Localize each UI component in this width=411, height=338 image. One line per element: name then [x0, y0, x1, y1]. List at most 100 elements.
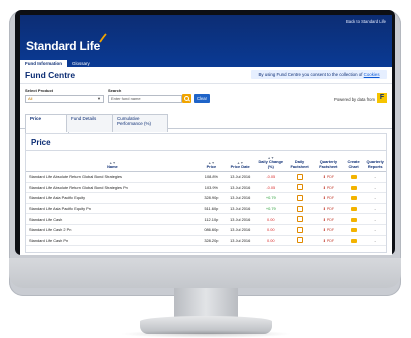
chart-icon[interactable]: [350, 228, 357, 233]
quarterly-reports-cell: -: [364, 203, 386, 215]
brand-logo[interactable]: Standard Life: [26, 39, 100, 53]
quarterly-factsheet-cell[interactable]: ⬇ PDF: [313, 182, 343, 194]
daily-factsheet-cell[interactable]: [285, 224, 314, 236]
create-chart-cell[interactable]: [342, 192, 365, 204]
fund-price: 103.9%: [198, 182, 224, 194]
price-table-body: Standard Life Absolute Return Global Bon…: [26, 171, 386, 247]
fund-name-link[interactable]: Standard Life Cash 2 Pn: [26, 224, 199, 236]
create-chart-cell[interactable]: [342, 171, 365, 183]
site-header: Back to Standard Life Standard Life Fund…: [20, 15, 392, 67]
quarterly-factsheet-cell[interactable]: ⬇ PDF: [313, 171, 343, 183]
pdf-label[interactable]: PDF: [327, 218, 334, 222]
chart-icon[interactable]: [350, 217, 357, 222]
table-row: Standard Life Absolute Return Global Bon…: [26, 182, 386, 194]
quarterly-reports-cell: -: [364, 171, 386, 183]
fund-price-date: 13 Jul 2016: [224, 224, 257, 236]
monitor-chin: [9, 258, 401, 288]
clear-button[interactable]: Clear: [194, 94, 210, 103]
cookies-link[interactable]: Cookies: [364, 72, 380, 77]
factsheet-icon[interactable]: [296, 205, 303, 212]
pdf-label[interactable]: PDF: [327, 186, 334, 190]
pdf-label[interactable]: PDF: [327, 239, 334, 243]
pdf-label[interactable]: PDF: [327, 207, 334, 211]
daily-factsheet-cell[interactable]: [285, 203, 314, 215]
pdf-label[interactable]: PDF: [327, 228, 334, 232]
col-header-price-date[interactable]: ▲▼ Price Date: [224, 151, 257, 172]
create-chart-cell[interactable]: [342, 235, 365, 247]
create-chart-cell[interactable]: [342, 182, 365, 194]
table-row: Standard Life Asia Pacific Equity 328.90p…: [26, 192, 386, 204]
table-row: Standard Life Cash Pn 328.20p 13 Jul 2016 0…: [26, 235, 386, 247]
fund-name-link[interactable]: Standard Life Cash Pn: [26, 235, 199, 247]
tab-cumulative-performance[interactable]: Cumulative Performance (%): [112, 114, 168, 132]
back-link[interactable]: Back to Standard Life: [346, 19, 386, 24]
quarterly-factsheet-cell[interactable]: ⬇ PDF: [313, 203, 343, 215]
factsheet-icon[interactable]: [296, 184, 303, 191]
pdf-icon: ⬇: [322, 185, 326, 190]
select-product-dropdown[interactable]: All ▼: [25, 95, 104, 103]
site-nav: Fund Information Glossary: [20, 60, 95, 67]
factsheet-icon[interactable]: [296, 237, 303, 244]
create-chart-cell[interactable]: [342, 224, 365, 236]
select-product-value: All: [28, 96, 33, 101]
pdf-label[interactable]: PDF: [327, 196, 334, 200]
daily-factsheet-cell[interactable]: [285, 171, 314, 183]
pdf-label[interactable]: PDF: [327, 175, 334, 179]
quarterly-factsheet-cell[interactable]: ⬇ PDF: [313, 213, 343, 225]
quarterly-factsheet-cell[interactable]: ⬇ PDF: [313, 235, 343, 247]
fund-price-date: 13 Jul 2016: [224, 182, 257, 194]
chart-icon[interactable]: [350, 196, 357, 201]
factsheet-icon[interactable]: [296, 173, 303, 180]
fund-price: 112.10p: [198, 213, 224, 225]
create-chart-cell[interactable]: [342, 213, 365, 225]
pdf-icon: ⬇: [322, 217, 326, 222]
search-button[interactable]: [182, 94, 191, 103]
table-row: Standard Life Cash 112.10p 13 Jul 2016 0.00…: [26, 213, 386, 225]
fund-price-date: 13 Jul 2016: [224, 213, 257, 225]
fund-name-link[interactable]: Standard Life Absolute Return Global Bon…: [26, 182, 199, 194]
daily-factsheet-cell[interactable]: [285, 192, 314, 204]
chart-icon[interactable]: [350, 238, 357, 243]
col-header-name[interactable]: ▲▼ Name: [26, 151, 199, 172]
quarterly-factsheet-cell[interactable]: ⬇ PDF: [313, 224, 343, 236]
pdf-icon: ⬇: [322, 228, 326, 233]
fund-name-link[interactable]: Standard Life Asia Pacific Equity Pn: [26, 203, 199, 215]
tab-fund-details[interactable]: Fund Details: [66, 114, 114, 132]
fund-name-link[interactable]: Standard Life Asia Pacific Equity: [26, 192, 199, 204]
col-header-daily-change[interactable]: ▲▼ Daily Change (%): [256, 151, 286, 172]
fund-daily-change: +0.79: [256, 203, 286, 215]
create-chart-cell[interactable]: [342, 203, 365, 215]
fund-daily-change: 0.00: [256, 213, 286, 225]
fund-name-link[interactable]: Standard Life Absolute Return Global Bon…: [26, 171, 199, 183]
table-row: Standard Life Absolute Return Global Bon…: [26, 171, 386, 183]
fund-price: 086.60p: [198, 224, 224, 236]
logo-swoosh-icon: [99, 33, 107, 43]
consent-text: By using Fund Centre you consent to the …: [258, 72, 363, 77]
factsheet-icon[interactable]: [296, 216, 303, 223]
fund-name-link[interactable]: Standard Life Cash: [26, 213, 199, 225]
factsheet-icon[interactable]: [296, 194, 303, 201]
daily-factsheet-cell[interactable]: [285, 182, 314, 194]
table-row: Standard Life Cash 2 Pn 086.60p 13 Jul 201…: [26, 224, 386, 236]
daily-factsheet-cell[interactable]: [285, 213, 314, 225]
fund-price-date: 13 Jul 2016: [224, 192, 257, 204]
chart-icon[interactable]: [350, 207, 357, 212]
search-input[interactable]: Enter fund name: [108, 95, 182, 103]
price-table: ▲▼ Name ▲▼ Price ▲▼ Price Date ▲▼ Daily Chan…: [26, 151, 386, 247]
quarterly-factsheet-cell[interactable]: ⬇ PDF: [313, 192, 343, 204]
col-header-quarterly-factsheet: Quarterly Factsheet: [313, 151, 343, 172]
chart-icon[interactable]: [350, 185, 357, 190]
content-tabs: Price Fund Details Cumulative Performanc…: [20, 111, 392, 133]
chart-icon[interactable]: [350, 175, 357, 180]
financial-express-logo: F: [377, 93, 387, 103]
fund-centre-bar: Fund Centre By using Fund Centre you con…: [20, 67, 392, 84]
pdf-icon: ⬇: [322, 238, 326, 243]
col-header-price[interactable]: ▲▼ Price: [198, 151, 224, 172]
daily-factsheet-cell[interactable]: [285, 235, 314, 247]
nav-tab-fund-information[interactable]: Fund Information: [20, 60, 67, 67]
fund-daily-change: -0.05: [256, 182, 286, 194]
factsheet-icon[interactable]: [296, 226, 303, 233]
nav-tab-glossary[interactable]: Glossary: [67, 60, 95, 67]
tab-price[interactable]: Price: [25, 114, 69, 133]
search-label: Search: [108, 88, 122, 93]
